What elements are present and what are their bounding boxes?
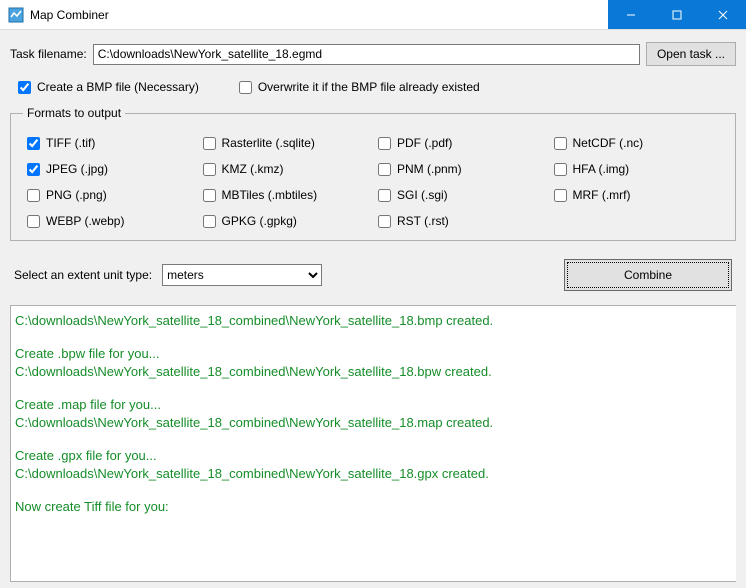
format-hfa-checkbox[interactable]: HFA (.img) xyxy=(554,162,720,176)
log-line: C:\downloads\NewYork_satellite_18_combin… xyxy=(15,465,732,483)
titlebar[interactable]: Map Combiner xyxy=(0,0,746,30)
format-hfa-checkbox-input[interactable] xyxy=(554,163,567,176)
format-rasterlite-checkbox-input[interactable] xyxy=(203,137,216,150)
format-rasterlite-checkbox[interactable]: Rasterlite (.sqlite) xyxy=(203,136,369,150)
overwrite-label: Overwrite it if the BMP file already exi… xyxy=(258,80,480,94)
format-pnm-label: PNM (.pnm) xyxy=(397,162,462,176)
minimize-button[interactable] xyxy=(608,0,654,29)
close-button[interactable] xyxy=(700,0,746,29)
format-kmz-label: KMZ (.kmz) xyxy=(222,162,284,176)
log-line: Create .bpw file for you... xyxy=(15,345,732,363)
format-webp-checkbox[interactable]: WEBP (.webp) xyxy=(27,214,193,228)
open-task-button[interactable]: Open task ... xyxy=(646,42,736,66)
format-tiff-checkbox[interactable]: TIFF (.tif) xyxy=(27,136,193,150)
format-png-checkbox[interactable]: PNG (.png) xyxy=(27,188,193,202)
app-icon xyxy=(8,7,24,23)
format-tiff-label: TIFF (.tif) xyxy=(46,136,95,150)
format-hfa-label: HFA (.img) xyxy=(573,162,630,176)
format-kmz-checkbox[interactable]: KMZ (.kmz) xyxy=(203,162,369,176)
format-netcdf-label: NetCDF (.nc) xyxy=(573,136,644,150)
log-line: Create .gpx file for you... xyxy=(15,447,732,465)
format-webp-label: WEBP (.webp) xyxy=(46,214,124,228)
format-png-label: PNG (.png) xyxy=(46,188,107,202)
format-sgi-checkbox[interactable]: SGI (.sgi) xyxy=(378,188,544,202)
maximize-button[interactable] xyxy=(654,0,700,29)
format-netcdf-checkbox[interactable]: NetCDF (.nc) xyxy=(554,136,720,150)
format-png-checkbox-input[interactable] xyxy=(27,189,40,202)
log-output[interactable]: C:\downloads\NewYork_satellite_18_combin… xyxy=(10,305,736,582)
create-bmp-label: Create a BMP file (Necessary) xyxy=(37,80,199,94)
format-sgi-checkbox-input[interactable] xyxy=(378,189,391,202)
format-rasterlite-label: Rasterlite (.sqlite) xyxy=(222,136,315,150)
formats-fieldset: Formats to output TIFF (.tif) Rasterlite … xyxy=(10,106,736,241)
format-pdf-label: PDF (.pdf) xyxy=(397,136,452,150)
log-line: C:\downloads\NewYork_satellite_18_combin… xyxy=(15,363,732,381)
format-pdf-checkbox[interactable]: PDF (.pdf) xyxy=(378,136,544,150)
create-bmp-checkbox[interactable]: Create a BMP file (Necessary) xyxy=(18,80,199,94)
format-kmz-checkbox-input[interactable] xyxy=(203,163,216,176)
log-line: C:\downloads\NewYork_satellite_18_combin… xyxy=(15,312,732,330)
format-pnm-checkbox[interactable]: PNM (.pnm) xyxy=(378,162,544,176)
format-jpeg-checkbox[interactable]: JPEG (.jpg) xyxy=(27,162,193,176)
format-gpkg-checkbox-input[interactable] xyxy=(203,215,216,228)
format-pdf-checkbox-input[interactable] xyxy=(378,137,391,150)
format-webp-checkbox-input[interactable] xyxy=(27,215,40,228)
task-filename-label: Task filename: xyxy=(10,47,87,61)
extent-row: Select an extent unit type: meters Combi… xyxy=(10,251,736,295)
create-bmp-checkbox-input[interactable] xyxy=(18,81,31,94)
log-line: Create .map file for you... xyxy=(15,396,732,414)
format-rst-label: RST (.rst) xyxy=(397,214,449,228)
format-rst-checkbox[interactable]: RST (.rst) xyxy=(378,214,544,228)
format-gpkg-label: GPKG (.gpkg) xyxy=(222,214,297,228)
log-line xyxy=(15,331,732,345)
extent-unit-select[interactable]: meters xyxy=(162,264,322,286)
overwrite-checkbox[interactable]: Overwrite it if the BMP file already exi… xyxy=(239,80,480,94)
format-sgi-label: SGI (.sgi) xyxy=(397,188,448,202)
log-line: C:\downloads\NewYork_satellite_18_combin… xyxy=(15,414,732,432)
format-mbtiles-checkbox-input[interactable] xyxy=(203,189,216,202)
log-line xyxy=(15,433,732,447)
bmp-options-row: Create a BMP file (Necessary) Overwrite … xyxy=(10,76,736,94)
format-mrf-checkbox[interactable]: MRF (.mrf) xyxy=(554,188,720,202)
format-tiff-checkbox-input[interactable] xyxy=(27,137,40,150)
log-line xyxy=(15,484,732,498)
format-mrf-checkbox-input[interactable] xyxy=(554,189,567,202)
task-filename-row: Task filename: Open task ... xyxy=(10,42,736,66)
combine-button[interactable]: Combine xyxy=(564,259,732,291)
format-mbtiles-checkbox[interactable]: MBTiles (.mbtiles) xyxy=(203,188,369,202)
overwrite-checkbox-input[interactable] xyxy=(239,81,252,94)
window-title: Map Combiner xyxy=(30,8,109,22)
format-netcdf-checkbox-input[interactable] xyxy=(554,137,567,150)
log-line: Now create Tiff file for you: xyxy=(15,498,732,516)
log-line xyxy=(15,382,732,396)
format-jpeg-label: JPEG (.jpg) xyxy=(46,162,108,176)
format-gpkg-checkbox[interactable]: GPKG (.gpkg) xyxy=(203,214,369,228)
formats-grid: TIFF (.tif) Rasterlite (.sqlite) PDF (.pdf… xyxy=(23,130,723,228)
extent-label: Select an extent unit type: xyxy=(14,268,152,282)
task-filename-input[interactable] xyxy=(93,44,640,65)
format-pnm-checkbox-input[interactable] xyxy=(378,163,391,176)
format-mbtiles-label: MBTiles (.mbtiles) xyxy=(222,188,318,202)
format-jpeg-checkbox-input[interactable] xyxy=(27,163,40,176)
format-rst-checkbox-input[interactable] xyxy=(378,215,391,228)
formats-legend: Formats to output xyxy=(23,106,125,120)
format-mrf-label: MRF (.mrf) xyxy=(573,188,631,202)
